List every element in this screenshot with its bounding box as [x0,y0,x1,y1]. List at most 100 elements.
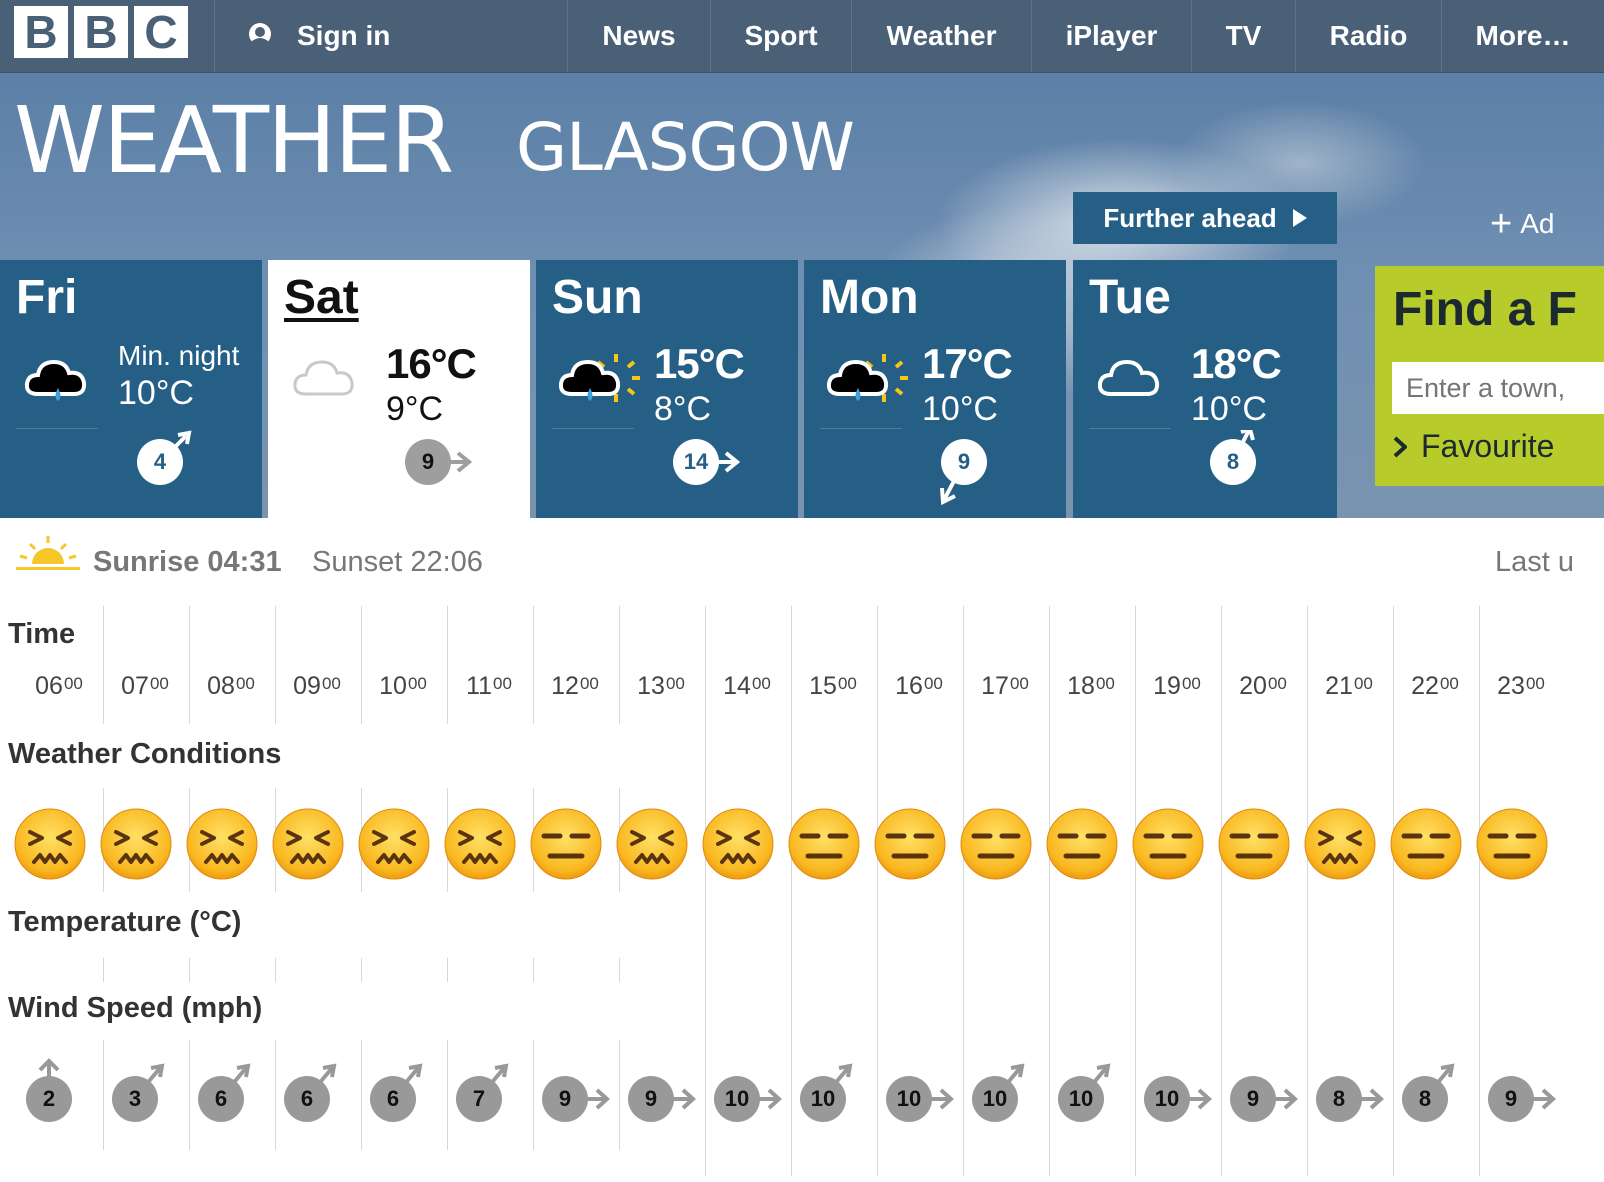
hour-value: 21 [1325,672,1353,700]
minute-value: 00 [751,674,771,693]
favourites-link[interactable]: Favourite [1393,428,1554,465]
hour-label: 0600 [16,672,102,701]
divider [552,428,634,429]
cloud-rain-icon [24,359,87,401]
favourites-label: Favourite [1421,428,1555,464]
location-search-input[interactable] [1392,362,1604,414]
wind-speed-value: 6 [370,1076,416,1122]
hour-label: 1000 [360,672,446,701]
max-temperature: 16°C [386,340,477,387]
hourly-wind: 9 [1214,1058,1298,1130]
hour-value: 07 [121,672,149,700]
hour-label: 1600 [876,672,962,701]
wind-speed: 9 [405,439,451,485]
hour-value: 17 [981,672,1009,700]
find-forecast-title: Find a F [1393,283,1577,336]
column-divider [361,958,362,982]
nav-weather[interactable]: Weather [851,0,1031,72]
wind-speed: 4 [137,439,183,485]
bbc-logo[interactable]: B B C [14,6,188,58]
user-icon [249,23,271,45]
day-tab-sun[interactable]: Sun 15°C 8°C 14 [536,260,798,518]
column-divider [275,958,276,982]
hour-label: 2300 [1478,672,1564,701]
hour-value: 10 [379,672,407,700]
sunset-time: Sunset 22:06 [312,546,483,578]
day-temperatures: 17°C 10°C [922,340,1013,429]
hour-value: 09 [293,672,321,700]
wind-row-label: Wind Speed (mph) [8,992,263,1024]
expressionless-face-icon [528,806,604,882]
nav-iplayer[interactable]: iPlayer [1031,0,1191,72]
hourly-wind: 3 [96,1058,168,1130]
hour-value: 06 [35,672,63,700]
nav-tv[interactable]: TV [1191,0,1295,72]
further-ahead-button[interactable]: Further ahead [1073,192,1337,244]
hour-value: 19 [1153,672,1181,700]
minute-value: 00 [1267,674,1287,693]
nav-sport[interactable]: Sport [710,0,851,72]
nav-radio[interactable]: Radio [1295,0,1441,72]
min-temperature: 8°C [654,390,712,428]
day-tab-sat[interactable]: Sat 16°C 9°C 9 [268,260,530,518]
hourly-wind: 6 [268,1058,340,1130]
min-night-label: Min. night [118,340,240,371]
hour-label: 1500 [790,672,876,701]
minute-value: 00 [1095,674,1115,693]
day-tab-tue[interactable]: Tue 18°C 10°C 8 [1073,260,1337,518]
hour-label: 1400 [704,672,790,701]
day-tab-mon[interactable]: Mon 17°C 10°C 9 [804,260,1066,518]
confounded-face-icon [270,806,346,882]
minute-value: 00 [321,674,341,693]
nav-news[interactable]: News [567,0,710,72]
column-divider [275,606,276,724]
wind-speed-value: 6 [198,1076,244,1122]
hour-label: 1200 [532,672,618,701]
sign-in-label: Sign in [297,20,391,51]
hourly-wind: 7 [440,1058,512,1130]
hourly-wind: 8 [1300,1058,1384,1130]
wind-speed-value: 6 [284,1076,330,1122]
minute-value: 00 [923,674,943,693]
column-divider [361,606,362,724]
minute-value: 00 [1009,674,1029,693]
chevron-right-icon [1393,436,1407,457]
day-name: Tue [1089,271,1171,324]
hour-value: 18 [1067,672,1095,700]
hour-value: 11 [466,672,493,700]
wind-speed-value: 2 [26,1076,72,1122]
day-temperatures: Min. night 10°C [118,340,239,413]
day-temperatures: 18°C 10°C [1191,340,1282,429]
bbc-logo-letter: C [134,6,188,58]
max-temperature: 17°C [922,340,1013,387]
column-divider [103,958,104,982]
minute-value: 00 [1439,674,1459,693]
wind-speed-value: 10 [972,1076,1018,1122]
column-divider [533,606,534,724]
wind-speed-value: 9 [628,1076,674,1122]
max-temperature: 15°C [654,340,745,387]
divider [1089,428,1171,429]
add-location-link[interactable]: + Ad [1490,205,1554,243]
confounded-face-icon [184,806,260,882]
weather-banner: WEATHER GLASGOW Further ahead + Ad Fri M… [0,73,1604,518]
cloud-icon [293,360,354,396]
wind-speed: 9 [941,439,987,485]
day-temperatures: 15°C 8°C [654,340,745,429]
hourly-wind: 6 [354,1058,426,1130]
confounded-face-icon [442,806,518,882]
sun-times-row: Sunrise 04:31 Sunset 22:06 Last u [0,518,1604,600]
hourly-wind: 9 [526,1058,610,1130]
hour-value: 14 [723,672,751,700]
hour-value: 20 [1239,672,1267,700]
find-forecast-panel: Find a F Favourite [1375,266,1604,486]
nav-more[interactable]: More… [1441,0,1604,72]
hour-label: 1300 [618,672,704,701]
minute-value: 00 [493,674,512,693]
day-tab-fri[interactable]: Fri Min. night 10°C 4 [0,260,262,518]
sign-in-link[interactable]: Sign in [214,0,555,72]
expressionless-face-icon [872,806,948,882]
hour-value: 13 [637,672,665,700]
day-name: Fri [16,271,78,324]
sun-cloud-rain-icon [558,354,640,402]
